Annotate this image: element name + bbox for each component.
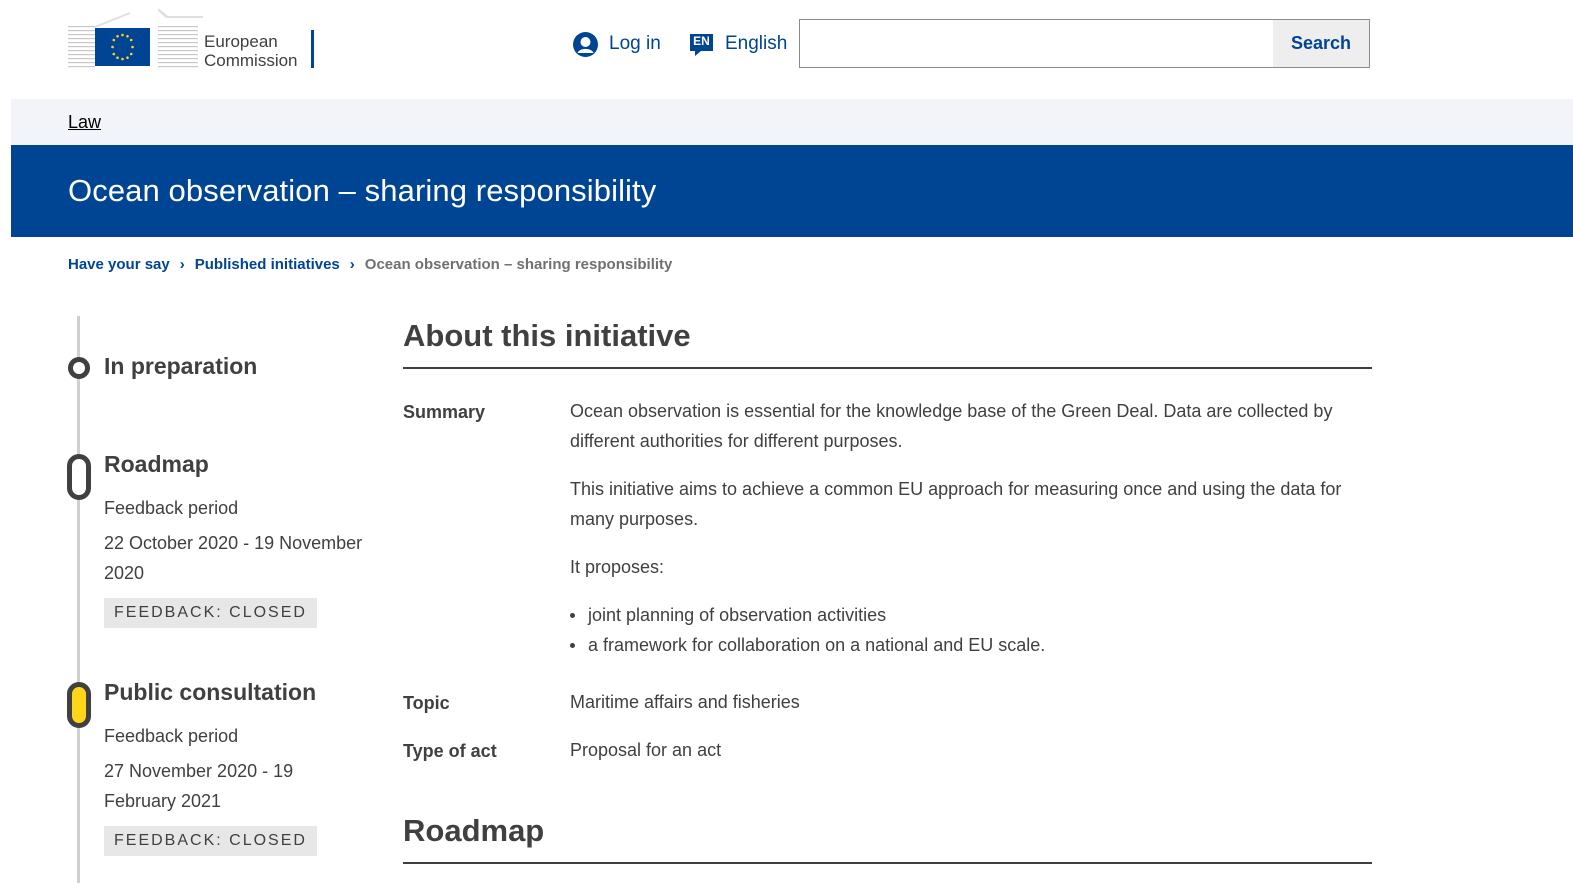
breadcrumb-current: Ocean observation – sharing responsibili…: [364, 256, 673, 273]
feedback-period-dates: 27 November 2020 - 19 February 2021: [104, 761, 294, 811]
stage-marker-icon: [68, 357, 90, 379]
stage-title-roadmap: Roadmap: [104, 451, 209, 477]
initiative-timeline: In preparation Roadmap Feedback period 2…: [0, 316, 390, 883]
language-label: English: [725, 33, 788, 54]
logo-line-commission: Commission: [204, 51, 298, 70]
topic-label: Topic: [403, 693, 450, 713]
section-divider: [403, 862, 1372, 864]
timeline-line: [77, 316, 80, 883]
page-title: Ocean observation – sharing responsibili…: [68, 173, 657, 208]
chevron-right-icon: ›: [179, 256, 185, 273]
search-form: Search: [799, 19, 1370, 68]
breadcrumb-published-initiatives[interactable]: Published initiatives: [195, 256, 340, 273]
stage-title-public-consultation: Public consultation: [104, 679, 317, 705]
list-item: joint planning of observation activities: [570, 600, 1045, 630]
login-label: Log in: [609, 33, 661, 54]
law-link[interactable]: Law: [68, 112, 101, 133]
type-of-act-value: Proposal for an act: [570, 740, 722, 760]
section-divider: [403, 367, 1372, 369]
about-section-title: About this initiative: [403, 318, 691, 353]
search-input[interactable]: [800, 20, 1275, 67]
language-code: EN: [693, 33, 710, 48]
search-button[interactable]: Search: [1273, 20, 1369, 67]
breadcrumb: Have your say › Published initiatives › …: [68, 256, 672, 273]
feedback-status-badge: FEEDBACK: CLOSED: [104, 826, 317, 856]
european-commission-logo[interactable]: European Commission: [68, 6, 318, 70]
feedback-period-label: Feedback period: [104, 726, 239, 746]
summary-bullet-list: joint planning of observation activities…: [570, 600, 1045, 660]
stage-title-in-preparation: In preparation: [104, 353, 258, 379]
summary-paragraph-2: This initiative aims to achieve a common…: [570, 479, 1342, 529]
logo-line-european: European: [204, 32, 278, 51]
topic-value: Maritime affairs and fisheries: [570, 692, 800, 712]
site-name-bar: Law: [11, 99, 1573, 145]
breadcrumb-have-your-say[interactable]: Have your say: [68, 256, 170, 273]
login-link[interactable]: Log in: [572, 30, 661, 58]
language-selector[interactable]: EN English: [688, 30, 787, 58]
stage-marker-icon: [67, 454, 91, 500]
language-icon: EN: [688, 31, 715, 58]
feedback-period-label: Feedback period: [104, 498, 239, 518]
chevron-right-icon: ›: [349, 256, 355, 273]
type-of-act-label: Type of act: [403, 741, 497, 761]
summary-paragraph-3: It proposes:: [570, 557, 665, 577]
summary-label: Summary: [403, 402, 486, 422]
list-item: a framework for collaboration on a natio…: [570, 630, 1045, 660]
feedback-period-dates: 22 October 2020 - 19 November 2020: [104, 533, 363, 583]
user-icon: [573, 31, 598, 57]
feedback-status-badge: FEEDBACK: CLOSED: [104, 598, 317, 628]
summary-paragraph-1: Ocean observation is essential for the k…: [570, 401, 1333, 451]
page-header-banner: Ocean observation – sharing responsibili…: [11, 145, 1573, 237]
site-header: European Commission Log in EN English Se…: [0, 0, 1573, 100]
stage-marker-active-icon: [67, 682, 91, 728]
logo-wordmark: European Commission: [204, 32, 298, 70]
logo-divider: [311, 30, 314, 68]
roadmap-section-title: Roadmap: [403, 813, 545, 848]
